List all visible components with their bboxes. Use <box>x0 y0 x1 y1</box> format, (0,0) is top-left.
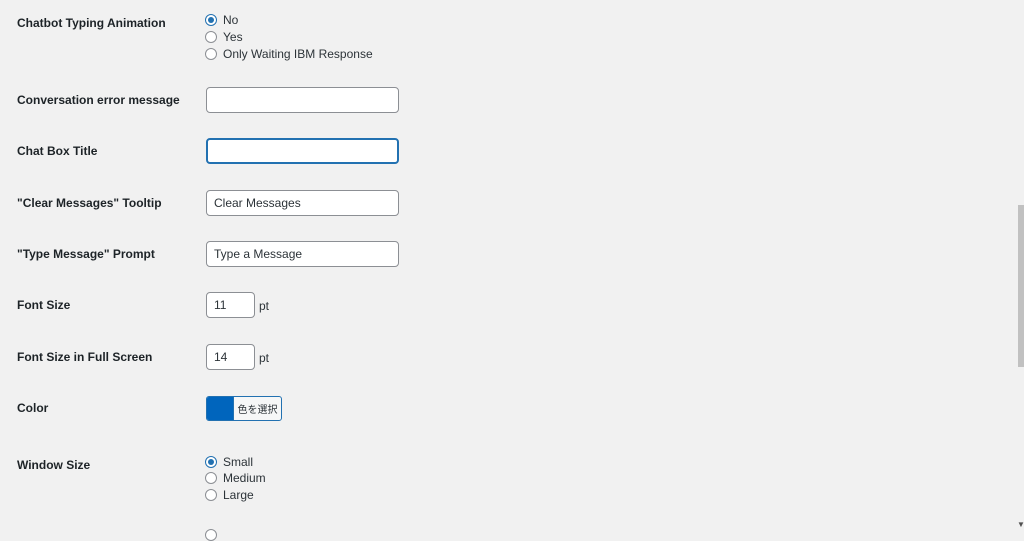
typing-animation-label: Chatbot Typing Animation <box>17 16 166 30</box>
window-size-option-small[interactable]: Small <box>205 454 253 470</box>
font-size-label: Font Size <box>17 298 71 312</box>
typing-animation-option-ibm[interactable]: Only Waiting IBM Response <box>205 46 373 62</box>
option-label: Large <box>223 488 254 502</box>
option-label: Small <box>223 455 254 469</box>
font-size-full-label: Font Size in Full Screen <box>17 350 153 364</box>
typing-animation-option-no[interactable]: No <box>205 12 238 28</box>
radio-icon[interactable] <box>205 31 217 43</box>
radio-checked-icon[interactable] <box>205 456 217 468</box>
color-picker-button[interactable]: 色を選択 <box>206 396 282 421</box>
radio-checked-icon[interactable] <box>205 14 217 26</box>
chat-box-title-label: Chat Box Title <box>17 144 98 158</box>
clear-tooltip-input[interactable] <box>206 190 399 216</box>
option-label: Medium <box>223 471 266 485</box>
chat-box-title-input[interactable] <box>206 138 399 164</box>
option-label: No <box>223 13 239 27</box>
font-size-unit: pt <box>259 299 270 313</box>
option-label: Yes <box>223 30 243 44</box>
radio-icon[interactable] <box>205 529 217 541</box>
type-prompt-label: "Type Message" Prompt <box>17 247 155 261</box>
radio-icon[interactable] <box>205 48 217 60</box>
color-picker-label: 色を選択 <box>233 397 281 420</box>
color-label: Color <box>17 401 49 415</box>
conversation-error-input[interactable] <box>206 87 399 113</box>
conversation-error-label: Conversation error message <box>17 93 180 107</box>
radio-icon[interactable] <box>205 489 217 501</box>
radio-icon[interactable] <box>205 472 217 484</box>
type-prompt-input[interactable] <box>206 241 399 267</box>
font-size-full-unit: pt <box>259 351 270 365</box>
color-swatch[interactable] <box>207 397 233 420</box>
scrollbar-thumb[interactable] <box>1018 205 1024 367</box>
window-size-option-medium[interactable]: Medium <box>205 470 266 486</box>
window-size-option-large[interactable]: Large <box>205 487 254 503</box>
font-size-full-input[interactable] <box>206 344 255 370</box>
scroll-down-icon[interactable]: ▼ <box>1017 520 1024 529</box>
typing-animation-option-yes[interactable]: Yes <box>205 29 243 45</box>
option-label: Only Waiting IBM Response <box>223 47 373 61</box>
clear-tooltip-label: "Clear Messages" Tooltip <box>17 196 162 210</box>
window-size-label: Window Size <box>17 458 91 472</box>
font-size-input[interactable] <box>206 292 255 318</box>
